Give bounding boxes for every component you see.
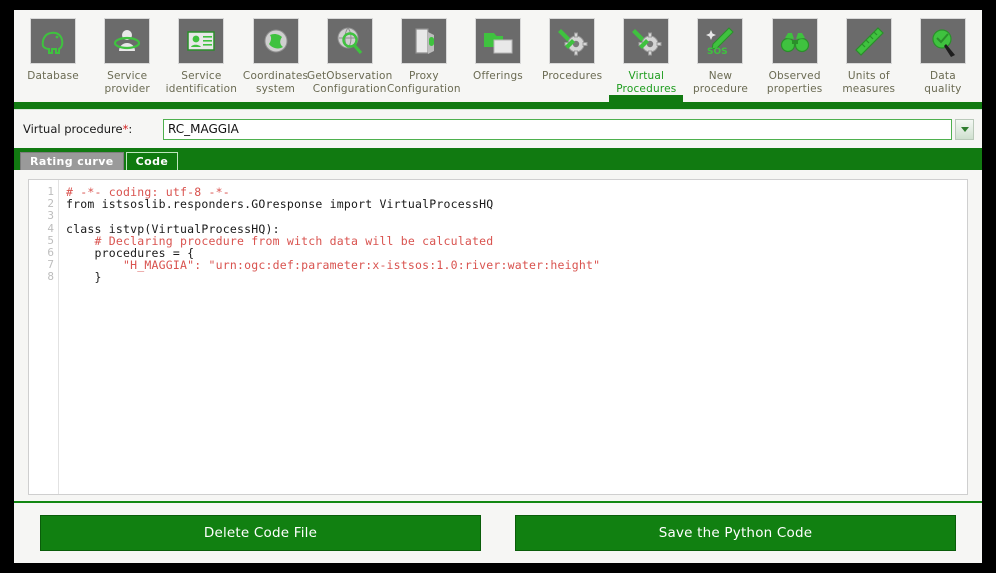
- virtual-procedure-form-row: Virtual procedure*:: [14, 110, 982, 148]
- toolbar-item-label: Data quality: [924, 70, 962, 95]
- line-number-gutter: 12345678: [29, 180, 59, 494]
- toolbar-item-label: Coordinates system: [242, 70, 309, 95]
- code-line: from istsoslib.responders.GOresponse imp…: [66, 197, 494, 212]
- virtual-procedure-label: Virtual procedure*:: [23, 122, 163, 136]
- new-procedure-sos-icon: SOS: [697, 18, 744, 64]
- toolbar-item-virtual-procedures[interactable]: Virtual Procedures: [609, 14, 683, 96]
- toolbar-item-getobservation-configuration[interactable]: GetObservation Configuration: [307, 14, 392, 96]
- virtual-procedures-gear-icon: [623, 18, 670, 64]
- content-tab-strip: Rating curve Code: [14, 148, 982, 170]
- observed-binoculars-icon: [771, 18, 818, 64]
- virtual-procedure-dropdown-button[interactable]: [955, 118, 974, 140]
- code-pane: 12345678 # -*- coding: utf-8 -*- from ist…: [14, 170, 982, 501]
- procedures-gear-icon: [549, 18, 596, 64]
- toolbar-item-label: Procedures: [542, 70, 603, 82]
- application-window: Database Service provider Service identi…: [14, 10, 982, 563]
- toolbar-item-label: New procedure: [692, 70, 749, 95]
- toolbar-separator-bar: [14, 102, 982, 109]
- svg-text:SOS: SOS: [707, 47, 728, 57]
- save-python-code-button[interactable]: Save the Python Code: [515, 515, 956, 551]
- line-number: 4: [47, 221, 54, 235]
- toolbar-item-label: Service identification: [165, 70, 238, 95]
- toolbar-item-label: Proxy Configuration: [386, 70, 461, 95]
- toolbar-item-coordinates-system[interactable]: Coordinates system: [238, 14, 312, 96]
- label-text: Virtual procedure: [23, 122, 123, 136]
- toolbar-item-proxy-configuration[interactable]: Proxy Configuration: [387, 14, 461, 96]
- getobservation-search-icon: [326, 18, 373, 64]
- virtual-procedure-input[interactable]: [163, 118, 952, 140]
- offerings-folder-icon: [475, 18, 522, 64]
- units-ruler-icon: [845, 18, 892, 64]
- toolbar-item-observed-properties[interactable]: Observed properties: [758, 14, 832, 96]
- toolbar-item-label: Observed properties: [766, 70, 823, 95]
- toolbar-item-procedures[interactable]: Procedures: [535, 14, 609, 83]
- action-footer: Delete Code File Save the Python Code: [14, 501, 982, 563]
- database-elephant-icon: [30, 18, 77, 64]
- line-number: 3: [47, 209, 54, 223]
- toolbar-item-label: GetObservation Configuration: [306, 70, 393, 95]
- proxy-door-icon: [400, 18, 447, 64]
- toolbar-item-new-procedure[interactable]: SOS New procedure: [683, 14, 757, 96]
- line-number: 8: [47, 270, 54, 284]
- toolbar-item-units-of-measures[interactable]: Units of measures: [832, 14, 906, 96]
- delete-code-file-button[interactable]: Delete Code File: [40, 515, 481, 551]
- service-provider-icon: [104, 18, 151, 64]
- toolbar-item-data-quality[interactable]: Data quality: [906, 14, 980, 96]
- virtual-procedure-input-wrap: [163, 118, 974, 140]
- toolbar-item-service-provider[interactable]: Service provider: [90, 14, 164, 96]
- toolbar-item-label: Database: [27, 70, 79, 82]
- code-line: }: [66, 270, 102, 285]
- coordinates-globe-icon: [252, 18, 299, 64]
- tab-code[interactable]: Code: [125, 152, 179, 170]
- active-tab-indicator: [609, 95, 684, 102]
- toolbar-item-label: Offerings: [473, 70, 523, 82]
- tab-rating-curve[interactable]: Rating curve: [20, 152, 124, 170]
- label-colon: :: [128, 122, 133, 136]
- code-line: "H_MAGGIA": "urn:ogc:def:parameter:x-ist…: [66, 258, 601, 273]
- code-line: class istvp(VirtualProcessHQ):: [66, 221, 280, 236]
- service-identification-icon: [178, 18, 225, 64]
- toolbar-item-label: Virtual Procedures: [616, 70, 677, 95]
- main-toolbar: Database Service provider Service identi…: [14, 10, 982, 102]
- toolbar-item-label: Units of measures: [842, 70, 896, 95]
- code-editor[interactable]: 12345678 # -*- coding: utf-8 -*- from ist…: [28, 179, 968, 495]
- toolbar-item-service-identification[interactable]: Service identification: [164, 14, 238, 96]
- toolbar-item-offerings[interactable]: Offerings: [461, 14, 535, 83]
- data-quality-icon: [919, 18, 966, 64]
- chevron-down-icon: [960, 126, 969, 132]
- code-text-area[interactable]: # -*- coding: utf-8 -*- from istsoslib.re…: [59, 180, 967, 494]
- toolbar-item-database[interactable]: Database: [16, 14, 90, 83]
- code-line: # Declaring procedure from witch data wi…: [66, 233, 494, 248]
- code-line: ​: [66, 210, 967, 222]
- toolbar-item-label: Service provider: [104, 70, 150, 95]
